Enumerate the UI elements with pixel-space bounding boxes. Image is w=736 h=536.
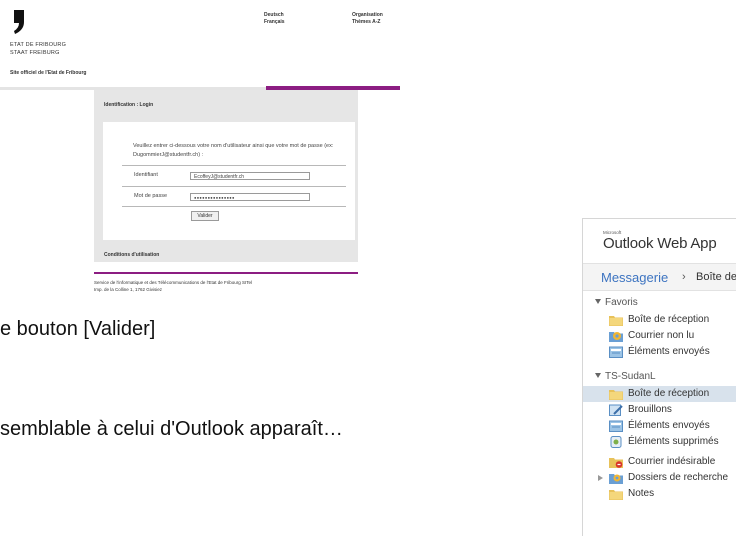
folder-label: Éléments envoyés xyxy=(628,420,710,431)
search-folders-icon xyxy=(609,474,623,484)
nav-link-organisation[interactable]: Organisation xyxy=(352,12,383,18)
folder-label: Éléments supprimés xyxy=(628,436,719,447)
conditions-link[interactable]: Conditions d'utilisation xyxy=(104,252,159,258)
collapse-triangle-icon xyxy=(595,373,601,378)
outlook-web-app-panel: Microsoft Outlook Web App Messagerie › B… xyxy=(582,218,736,536)
caption-outlook: semblable à celui d'Outlook apparaît… xyxy=(0,418,343,440)
folder-label: Boîte de réception xyxy=(628,388,710,399)
divider xyxy=(122,206,346,207)
favorites-heading: Favoris xyxy=(605,297,638,308)
mailbox-section-toggle[interactable]: TS-SudanL xyxy=(595,371,656,382)
breadcrumb-current: Boîte de ré xyxy=(696,271,736,283)
folder-label: Dossiers de recherche xyxy=(628,472,729,483)
divider xyxy=(122,186,346,187)
folder-label: Courrier indésirable xyxy=(628,456,716,467)
breadcrumb-separator-icon: › xyxy=(682,271,686,283)
folder-inbox[interactable]: Boîte de réception xyxy=(583,386,736,402)
favorites-section-toggle[interactable]: Favoris xyxy=(595,297,638,308)
divider xyxy=(122,165,346,166)
login-instructions: Veuillez entrer ci-dessous votre nom d'u… xyxy=(133,143,334,158)
folder-label: Courrier non lu xyxy=(628,330,695,341)
sent-items-icon xyxy=(609,420,623,432)
password-label: Mot de passe xyxy=(134,193,168,199)
deleted-items-icon xyxy=(610,436,622,448)
collapse-triangle-icon xyxy=(595,299,601,304)
notes-icon xyxy=(609,490,623,500)
lang-link-francais[interactable]: Français xyxy=(264,19,285,25)
app-title: Outlook Web App xyxy=(603,235,717,252)
footer-address: Imp. de la Colline 1, 1762 Givisiez xyxy=(94,287,163,292)
folder-label: Brouillons xyxy=(628,404,672,415)
nav-link-themes[interactable]: Thèmes A-Z xyxy=(352,19,380,25)
inbox-folder-icon xyxy=(609,390,623,400)
site-label: Site officiel de l'Etat de Fribourg xyxy=(10,70,87,76)
caption-validate: e bouton [Valider] xyxy=(0,318,156,340)
identifiant-label: Identifiant xyxy=(134,172,158,178)
folder-favorite-unread[interactable]: Courrier non lu xyxy=(583,328,736,344)
folder-notes[interactable]: Notes xyxy=(583,486,736,502)
lang-link-deutsch[interactable]: Deutsch xyxy=(264,12,284,18)
org-name-fr: ETAT DE FRIBOURG xyxy=(10,42,67,48)
fribourg-login-screenshot: ETAT DE FRIBOURG STAAT FREIBURG Site off… xyxy=(0,0,400,292)
folder-search[interactable]: Dossiers de recherche xyxy=(583,470,736,486)
footer-service: Service de l'informatique et des Télécom… xyxy=(94,280,252,285)
folder-favorite-inbox[interactable]: Boîte de réception xyxy=(583,312,736,328)
expand-triangle-icon[interactable] xyxy=(598,475,603,481)
mailbox-heading: TS-SudanL xyxy=(605,371,656,382)
junk-mail-icon xyxy=(609,458,623,468)
folder-label: Boîte de réception xyxy=(628,314,710,325)
password-input[interactable]: ●●●●●●●●●●●●●●● xyxy=(190,193,310,201)
login-heading: Identification : Login xyxy=(104,102,154,108)
unread-mail-icon xyxy=(609,332,623,342)
folder-drafts[interactable]: Brouillons xyxy=(583,402,736,418)
folder-deleted[interactable]: Éléments supprimés xyxy=(583,434,736,450)
folder-sent[interactable]: Éléments envoyés xyxy=(583,418,736,434)
folder-favorite-sent[interactable]: Éléments envoyés xyxy=(583,344,736,360)
drafts-icon xyxy=(609,404,623,416)
folder-label: Notes xyxy=(628,488,655,499)
login-card xyxy=(103,122,355,240)
validate-button[interactable]: Valider xyxy=(191,211,219,221)
breadcrumb-messagerie[interactable]: Messagerie xyxy=(601,270,668,285)
org-name-de: STAAT FREIBURG xyxy=(10,50,60,56)
folder-junk[interactable]: Courrier indésirable xyxy=(583,454,736,470)
footer-accent-line xyxy=(94,272,358,274)
folder-label: Éléments envoyés xyxy=(628,346,710,357)
sent-items-icon xyxy=(609,346,623,358)
fribourg-logo-icon xyxy=(14,10,24,34)
identifiant-input[interactable]: EcoffeyJ@studentfr.ch xyxy=(190,172,310,180)
inbox-folder-icon xyxy=(609,316,623,326)
